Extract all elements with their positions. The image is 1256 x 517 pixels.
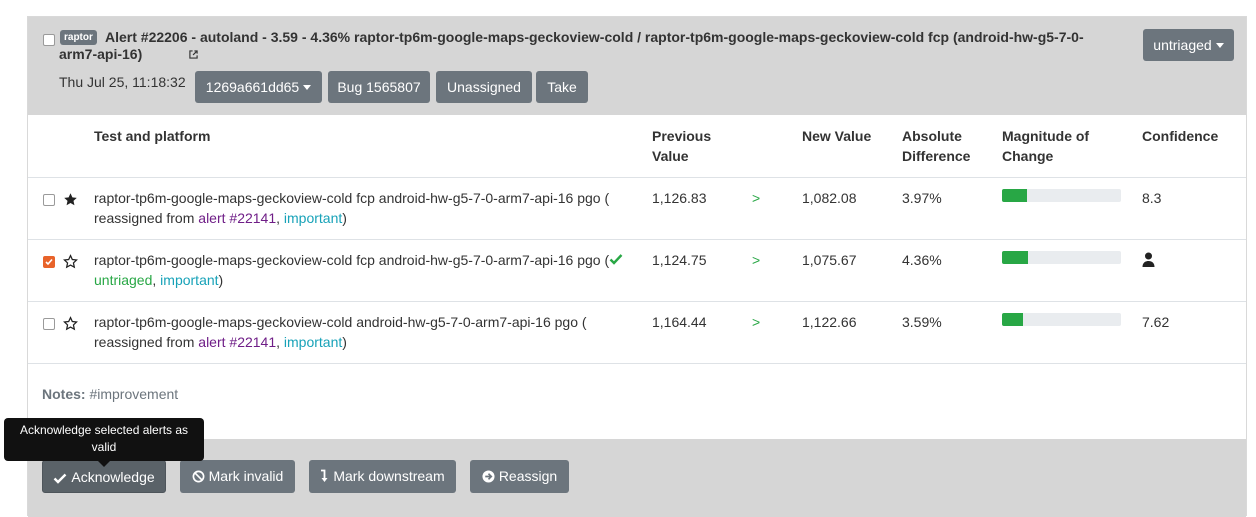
row-checkbox[interactable] bbox=[43, 256, 55, 268]
confidence-value: 8.3 bbox=[1142, 190, 1162, 206]
column-header-new: New Value bbox=[802, 128, 872, 144]
important-tag-link[interactable]: important bbox=[160, 272, 218, 288]
absolute-difference: 3.59% bbox=[902, 314, 942, 330]
row-divider bbox=[28, 301, 1246, 302]
column-header-magnitude: Magnitude of Change bbox=[1002, 128, 1090, 164]
important-tag-link[interactable]: important bbox=[284, 210, 342, 226]
star-outline-icon[interactable] bbox=[63, 316, 78, 331]
new-value: 1,075.67 bbox=[802, 252, 857, 268]
star-outline-icon[interactable] bbox=[63, 254, 78, 269]
star-filled-icon[interactable] bbox=[63, 192, 78, 207]
test-platform-cell: raptor-tp6m-google-maps-geckoview-cold a… bbox=[94, 314, 587, 350]
reassigned-alert-link[interactable]: alert #22141 bbox=[198, 210, 276, 226]
previous-value: 1,124.75 bbox=[652, 252, 707, 268]
magnitude-bar bbox=[1002, 251, 1121, 264]
column-header-absolute: Absolute Difference bbox=[902, 128, 971, 164]
notes-value: #improvement bbox=[89, 386, 179, 402]
important-tag-link[interactable]: important bbox=[284, 334, 342, 350]
mark-downstream-button[interactable]: Mark downstream bbox=[309, 460, 456, 493]
external-link-icon[interactable] bbox=[143, 46, 198, 63]
magnitude-bar bbox=[1002, 313, 1121, 326]
status-dropdown-button[interactable]: untriaged bbox=[1143, 29, 1234, 61]
reassign-button[interactable]: Reassign bbox=[470, 460, 569, 493]
assignee-button[interactable]: Unassigned bbox=[436, 71, 532, 103]
column-header-confidence: Confidence bbox=[1142, 128, 1219, 144]
check-icon bbox=[54, 473, 67, 484]
test-platform-cell: raptor-tp6m-google-maps-geckoview-cold f… bbox=[94, 190, 610, 226]
row-divider bbox=[28, 239, 1246, 240]
row-divider bbox=[28, 363, 1246, 364]
user-icon bbox=[1142, 252, 1155, 267]
column-header-previous: Previous Value bbox=[652, 128, 712, 164]
new-value: 1,122.66 bbox=[802, 314, 857, 330]
framework-badge: raptor bbox=[60, 30, 97, 45]
bug-button[interactable]: Bug 1565807 bbox=[328, 71, 430, 103]
caret-down-icon bbox=[1215, 43, 1224, 48]
notes-label: Notes: bbox=[42, 386, 86, 402]
select-all-checkbox[interactable] bbox=[43, 34, 55, 46]
alert-status-label: untriaged bbox=[94, 272, 153, 288]
take-button[interactable]: Take bbox=[536, 71, 588, 103]
previous-value: 1,126.83 bbox=[652, 190, 707, 206]
row-divider bbox=[28, 177, 1246, 178]
magnitude-bar-fill bbox=[1002, 313, 1024, 326]
test-platform-cell: raptor-tp6m-google-maps-geckoview-cold f… bbox=[94, 250, 639, 290]
column-header-test: Test and platform bbox=[94, 128, 211, 144]
magnitude-bar-fill bbox=[1002, 189, 1027, 202]
alert-summary-card: Alert #22206 - autoland - 3.59 - 4.36% r… bbox=[27, 16, 1247, 517]
reassigned-alert-link[interactable]: alert #22141 bbox=[198, 334, 276, 350]
alert-title[interactable]: Alert #22206 - autoland - 3.59 - 4.36% r… bbox=[59, 29, 1099, 63]
caret-down-icon bbox=[303, 85, 312, 90]
confidence-value: 7.62 bbox=[1142, 314, 1170, 330]
arrow-circle-right-icon bbox=[482, 470, 495, 483]
revision-dropdown-button[interactable]: 1269a661dd65 bbox=[195, 71, 322, 103]
row-checkbox[interactable] bbox=[43, 318, 55, 330]
magnitude-bar-fill bbox=[1002, 251, 1029, 264]
alert-header: Alert #22206 - autoland - 3.59 - 4.36% r… bbox=[28, 17, 1246, 115]
ban-icon bbox=[192, 470, 205, 483]
alert-timestamp: Thu Jul 25, 11:18:32 bbox=[59, 74, 186, 90]
acknowledge-tooltip: Acknowledge selected alerts as valid bbox=[4, 418, 204, 461]
magnitude-bar bbox=[1002, 189, 1121, 202]
absolute-difference: 4.36% bbox=[902, 252, 942, 268]
direction-arrow: > bbox=[752, 314, 761, 330]
direction-arrow: > bbox=[752, 252, 761, 268]
tooltip-arrow bbox=[98, 461, 110, 467]
check-icon bbox=[609, 254, 623, 265]
absolute-difference: 3.97% bbox=[902, 190, 942, 206]
direction-arrow: > bbox=[752, 190, 761, 206]
alert-notes[interactable]: Notes: #improvement bbox=[42, 386, 178, 402]
new-value: 1,082.08 bbox=[802, 190, 857, 206]
row-checkbox[interactable] bbox=[43, 194, 55, 206]
previous-value: 1,164.44 bbox=[652, 314, 707, 330]
level-down-icon bbox=[321, 469, 328, 482]
mark-invalid-button[interactable]: Mark invalid bbox=[180, 460, 295, 493]
